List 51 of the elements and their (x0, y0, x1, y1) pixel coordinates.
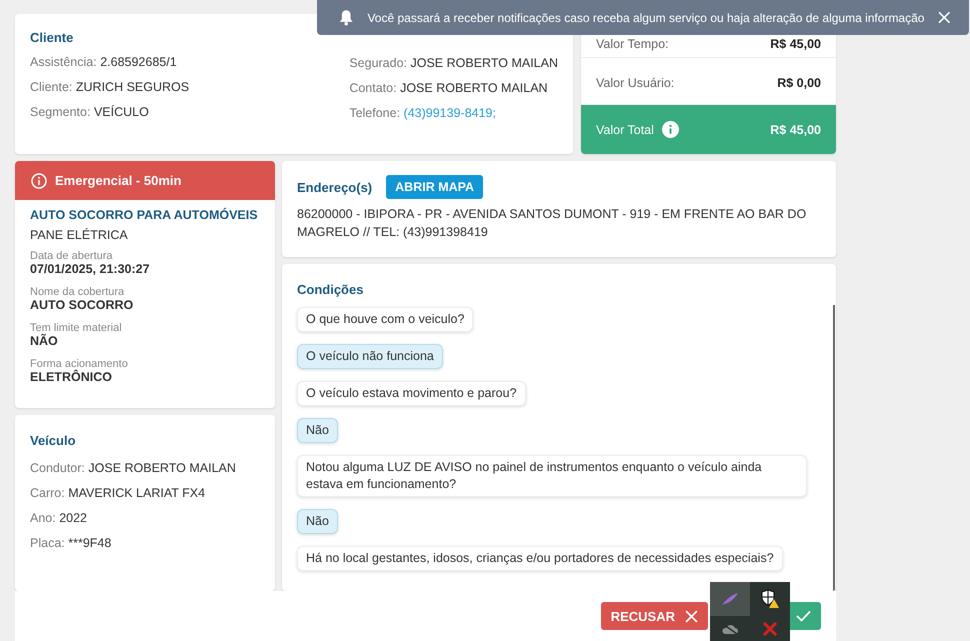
detail-value: ELETRÔNICO (30, 370, 113, 384)
question-bubble: Há no local gestantes, idosos, crianças e/ou portadores de necessidades especiais? (297, 546, 783, 571)
client-field: Segmento: VEÍCULO (30, 104, 330, 120)
value-amount: R$ 0,00 (777, 76, 821, 90)
bell-icon (339, 9, 354, 26)
vehicle-field: Ano: 2022 (30, 510, 260, 526)
client-field: Telefone: (43)99139-8419; (349, 105, 558, 121)
close-icon (685, 610, 698, 622)
toast-message: Você passará a receber notificações caso receba algum serviço ou haja alteração de alguma informação (367, 10, 924, 24)
answer-bubble: Não (297, 418, 338, 443)
answer-bubble: O veículo não funciona (297, 344, 443, 369)
question-bubble: O veículo estava movimento e parou? (297, 381, 526, 406)
question-bubble: O que houve com o veiculo? (297, 307, 474, 332)
badge-text: Emergencial - 50min (55, 173, 182, 188)
open-map-button[interactable]: ABRIR MAPA (386, 175, 484, 199)
conditions-title: Condições (297, 282, 364, 297)
value-label: Valor Usuário: (596, 76, 674, 90)
disconnected-icon[interactable] (762, 622, 778, 636)
detail-label: Tem limite material (30, 322, 123, 334)
info-icon (31, 172, 47, 188)
address-title: Endereço(s) (297, 180, 372, 194)
client-field: Assistência: 2.68592685/1 (30, 54, 330, 70)
vehicle-field: Placa: ***9F48 (30, 535, 260, 551)
client-field: Contato: JOSE ROBERTO MAILAN (349, 80, 558, 96)
info-icon[interactable] (662, 121, 679, 138)
value-amount: R$ 45,00 (770, 122, 821, 136)
vehicle-field: Condutor: JOSE ROBERTO MAILAN (30, 460, 260, 476)
address-text: 86200000 - IBIPORA - PR - AVENIDA SANTOS DUMONT - 919 - EM FRENTE AO BAR DO MAGRELO // TEL: (43)991398419 (297, 206, 808, 241)
value-label: Valor Total (596, 122, 654, 136)
question-bubble: Notou alguma LUZ DE AVISO no painel de instrumentos enquanto o veículo ainda estava em funcionamento? (297, 455, 807, 497)
detail-label: Forma acionamento (30, 358, 129, 370)
close-icon[interactable] (938, 11, 951, 24)
service-subtitle: PANE ELÉTRICA (30, 228, 129, 242)
vehicle-title: Veículo (30, 433, 77, 448)
client-title: Cliente (30, 30, 74, 45)
value-amount: R$ 45,00 (770, 37, 821, 51)
detail-label: Nome da cobertura (30, 286, 126, 298)
check-icon (796, 610, 811, 622)
reject-button[interactable]: RECUSAR (600, 602, 708, 630)
detail-value: AUTO SOCORRO (30, 298, 134, 312)
value-label: Valor Tempo: (596, 37, 668, 51)
client-field: Cliente: ZURICH SEGUROS (30, 79, 330, 95)
service-title: AUTO SOCORRO PARA AUTOMÓVEIS (30, 208, 259, 222)
detail-value: NÃO (30, 334, 59, 348)
detail-label: Data de abertura (30, 250, 114, 262)
vehicle-field: Carro: MAVERICK LARIAT FX4 (30, 485, 260, 501)
detail-value: 07/01/2025, 21:30:27 (30, 262, 151, 276)
shield-warning-icon[interactable] (760, 589, 780, 609)
client-field: Segurado: JOSE ROBERTO MAILAN (349, 55, 558, 71)
cloud-off-icon[interactable] (721, 622, 739, 634)
answer-bubble: Não (297, 509, 338, 534)
